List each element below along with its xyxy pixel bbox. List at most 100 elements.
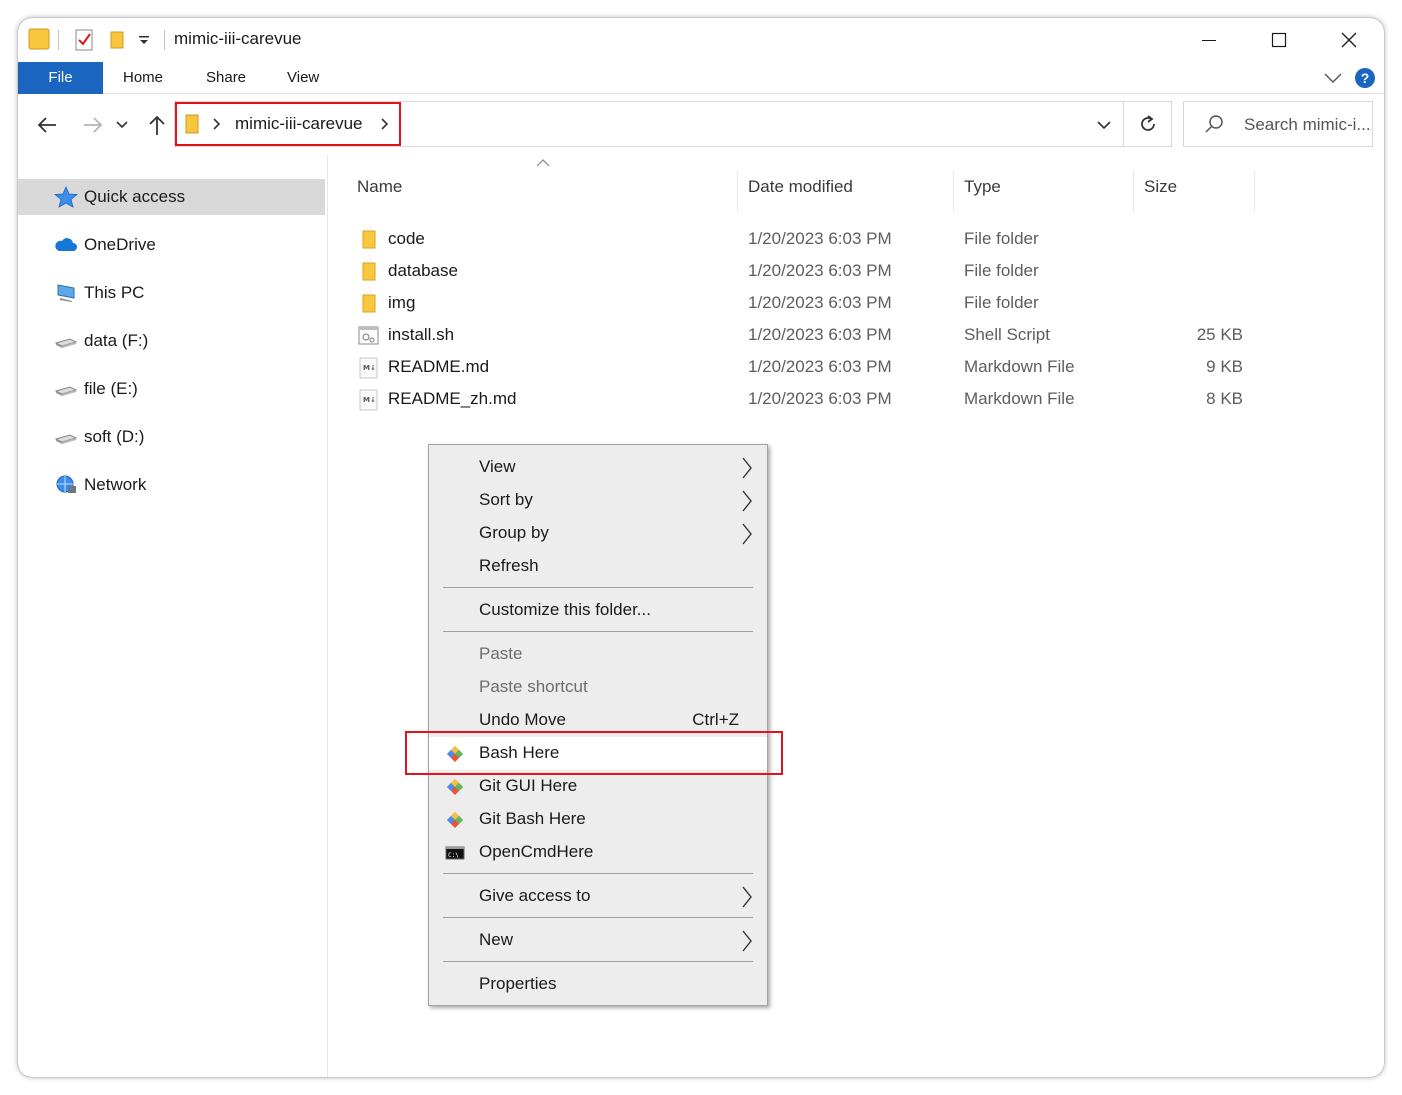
search-box[interactable]: Search mimic-i... bbox=[1183, 101, 1373, 147]
menu-item-undo-move[interactable]: Undo Move Ctrl+Z bbox=[429, 704, 767, 737]
chevron-down-icon bbox=[1097, 120, 1111, 129]
menu-item-group-by[interactable]: Group by bbox=[429, 517, 767, 550]
menu-item-git-bash-here[interactable]: Git Bash Here bbox=[429, 803, 767, 836]
menu-separator bbox=[443, 873, 753, 874]
minimize-icon bbox=[1202, 40, 1216, 41]
tab-home[interactable]: Home bbox=[123, 62, 163, 94]
submenu-arrow-icon bbox=[742, 457, 752, 479]
svg-text:M↓: M↓ bbox=[363, 364, 376, 372]
refresh-button[interactable] bbox=[1124, 101, 1172, 147]
drive-icon bbox=[54, 338, 78, 348]
file-type: Markdown File bbox=[964, 389, 1075, 408]
submenu-arrow-icon bbox=[742, 523, 752, 545]
sidebar-item-label: OneDrive bbox=[84, 235, 156, 254]
menu-item-refresh[interactable]: Refresh bbox=[429, 550, 767, 583]
sidebar-item-drive-f[interactable]: data (F:) bbox=[18, 323, 325, 359]
address-highlight-box bbox=[175, 102, 401, 146]
file-size: 8 KB bbox=[1206, 389, 1243, 408]
menu-item-label: Paste bbox=[479, 644, 523, 663]
sidebar-item-this-pc[interactable]: This PC bbox=[18, 275, 325, 311]
column-header-date[interactable]: Date modified bbox=[748, 177, 853, 197]
git-diamond-icon bbox=[447, 779, 463, 795]
menu-separator bbox=[443, 917, 753, 918]
git-diamond-icon bbox=[447, 746, 463, 762]
menu-item-bash-here[interactable]: Bash Here bbox=[429, 737, 767, 770]
properties-icon[interactable] bbox=[74, 28, 96, 52]
back-button[interactable] bbox=[32, 107, 62, 143]
menu-item-label: Git GUI Here bbox=[479, 776, 578, 795]
sidebar-item-drive-d[interactable]: soft (D:) bbox=[18, 419, 325, 455]
submenu-arrow-icon bbox=[742, 930, 752, 952]
menu-item-properties[interactable]: Properties bbox=[429, 968, 767, 1001]
file-date: 1/20/2023 6:03 PM bbox=[748, 325, 892, 344]
file-size: 9 KB bbox=[1206, 357, 1243, 376]
menu-item-new[interactable]: New bbox=[429, 924, 767, 957]
svg-text:?: ? bbox=[1361, 70, 1370, 86]
sidebar-item-onedrive[interactable]: OneDrive bbox=[18, 227, 325, 263]
menu-item-view[interactable]: View bbox=[429, 451, 767, 484]
sidebar-item-drive-e[interactable]: file (E:) bbox=[18, 371, 325, 407]
file-type: Shell Script bbox=[964, 325, 1050, 344]
submenu-arrow-icon bbox=[742, 886, 752, 908]
file-date: 1/20/2023 6:03 PM bbox=[748, 389, 892, 408]
file-name: database bbox=[388, 261, 458, 280]
sidebar-item-label: Quick access bbox=[84, 187, 186, 206]
sidebar-item-label: data (F:) bbox=[84, 331, 149, 350]
file-size: 25 KB bbox=[1196, 325, 1243, 344]
tab-view[interactable]: View bbox=[287, 62, 319, 94]
menu-item-give-access[interactable]: Give access to bbox=[429, 880, 767, 913]
column-header-name[interactable]: Name bbox=[357, 177, 402, 197]
menu-item-sort-by[interactable]: Sort by bbox=[429, 484, 767, 517]
address-history-button[interactable] bbox=[1091, 112, 1117, 138]
menu-item-label: Paste shortcut bbox=[479, 677, 588, 696]
file-name: code bbox=[388, 229, 425, 248]
tab-share[interactable]: Share bbox=[206, 62, 246, 94]
menu-item-customize-folder[interactable]: Customize this folder... bbox=[429, 594, 767, 627]
expand-ribbon-icon[interactable] bbox=[1324, 72, 1342, 84]
new-folder-icon[interactable] bbox=[108, 28, 128, 52]
menu-item-label: Refresh bbox=[479, 556, 539, 575]
sidebar-item-label: This PC bbox=[84, 283, 145, 302]
column-header-type[interactable]: Type bbox=[964, 177, 1001, 197]
file-type: Markdown File bbox=[964, 357, 1075, 376]
folder-icon bbox=[362, 230, 376, 249]
file-type: File folder bbox=[964, 293, 1039, 312]
maximize-button[interactable] bbox=[1244, 18, 1314, 62]
up-button[interactable] bbox=[142, 107, 172, 143]
sidebar-item-network[interactable]: Network bbox=[18, 467, 325, 503]
file-name: README.md bbox=[388, 357, 490, 376]
customize-toolbar-icon[interactable] bbox=[136, 32, 152, 48]
help-icon[interactable]: ? bbox=[1354, 67, 1376, 89]
column-header-size[interactable]: Size bbox=[1144, 177, 1177, 197]
up-arrow-icon bbox=[149, 115, 165, 135]
search-icon bbox=[1205, 115, 1223, 133]
tab-file[interactable]: File bbox=[18, 62, 103, 94]
refresh-icon bbox=[1140, 115, 1155, 131]
file-row[interactable]: database 1/20/2023 6:03 PM File folder bbox=[328, 256, 1384, 288]
script-file-icon bbox=[358, 326, 379, 345]
file-date: 1/20/2023 6:03 PM bbox=[748, 229, 892, 248]
minimize-button[interactable] bbox=[1174, 18, 1244, 62]
address-bar[interactable]: mimic-iii-carevue bbox=[174, 101, 1124, 147]
file-row[interactable]: code 1/20/2023 6:03 PM File folder bbox=[328, 224, 1384, 256]
sidebar-item-label: soft (D:) bbox=[84, 427, 145, 446]
menu-item-label: Bash Here bbox=[479, 743, 560, 762]
forward-button[interactable] bbox=[78, 107, 108, 143]
sidebar-item-quick-access[interactable]: Quick access bbox=[18, 179, 325, 215]
folder-icon bbox=[362, 294, 376, 313]
file-row[interactable]: M↓ README.md 1/20/2023 6:03 PM Markdown … bbox=[328, 352, 1384, 384]
file-row[interactable]: M↓ README_zh.md 1/20/2023 6:03 PM Markdo… bbox=[328, 384, 1384, 416]
file-type: File folder bbox=[964, 261, 1039, 280]
file-type: File folder bbox=[964, 229, 1039, 248]
recent-locations-button[interactable] bbox=[112, 107, 132, 143]
file-name: README_zh.md bbox=[388, 389, 517, 408]
file-row[interactable]: install.sh 1/20/2023 6:03 PM Shell Scrip… bbox=[328, 320, 1384, 352]
menu-item-paste: Paste bbox=[429, 638, 767, 671]
folder-app-icon bbox=[28, 28, 50, 50]
file-row[interactable]: img 1/20/2023 6:03 PM File folder bbox=[328, 288, 1384, 320]
git-diamond-icon bbox=[447, 812, 463, 828]
file-date: 1/20/2023 6:03 PM bbox=[748, 293, 892, 312]
close-button[interactable] bbox=[1314, 18, 1384, 62]
menu-item-open-cmd-here[interactable]: C:\ OpenCmdHere bbox=[429, 836, 767, 869]
menu-item-git-gui-here[interactable]: Git GUI Here bbox=[429, 770, 767, 803]
